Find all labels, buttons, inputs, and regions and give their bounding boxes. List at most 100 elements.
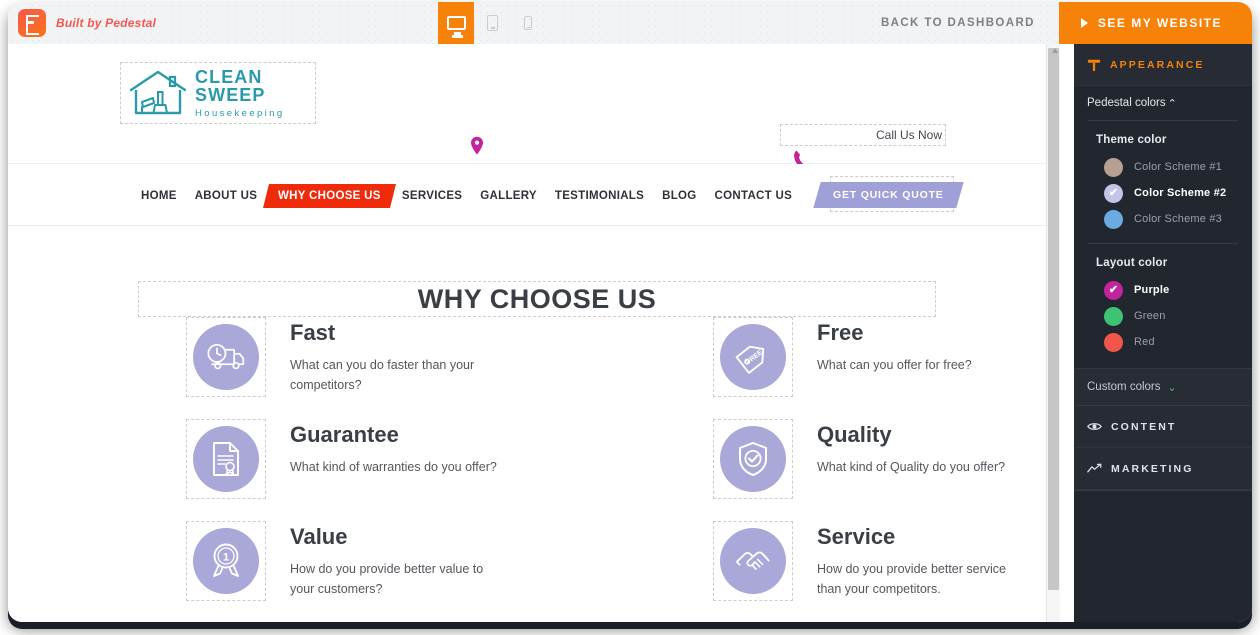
nav-item-why-choose-us[interactable]: WHY CHOOSE US bbox=[263, 184, 396, 208]
feature-circle: FREE bbox=[720, 324, 786, 390]
call-us-label: Call Us Now bbox=[875, 128, 942, 142]
feature-guarantee: Guarantee What kind of warranties do you… bbox=[186, 419, 713, 499]
site-logo[interactable]: CLEAN SWEEP Housekeeping bbox=[120, 62, 316, 124]
feature-title: Guarantee bbox=[290, 422, 399, 447]
website-preview: CLEAN SWEEP Housekeeping Call Us Now HOM… bbox=[8, 44, 1060, 622]
eye-icon bbox=[1087, 423, 1102, 430]
device-tablet-button[interactable] bbox=[474, 2, 510, 44]
feature-icon-box[interactable] bbox=[713, 419, 793, 499]
feature-circle: 1 bbox=[193, 528, 259, 594]
nav-item-contact-us[interactable]: CONTACT US bbox=[706, 184, 802, 208]
feature-description: How do you provide better service than y… bbox=[817, 562, 1006, 597]
layout-color-option-red[interactable]: Red bbox=[1074, 329, 1252, 355]
mobile-icon bbox=[524, 16, 532, 30]
pedestal-logo-icon bbox=[18, 9, 46, 37]
preview-scrollbar-thumb[interactable] bbox=[1048, 48, 1059, 590]
site-header: CLEAN SWEEP Housekeeping Call Us Now bbox=[8, 44, 1060, 170]
preview-scrollbar[interactable] bbox=[1046, 44, 1060, 622]
sidebar-panel-label: MARKETING bbox=[1111, 462, 1194, 475]
back-to-dashboard-button[interactable]: BACK TO DASHBOARD bbox=[857, 2, 1059, 44]
pedestal-colors-label: Pedestal colors bbox=[1087, 97, 1166, 109]
feature-value: 1 Value How do you provide better value … bbox=[186, 521, 713, 601]
section-title-box[interactable]: WHY CHOOSE US bbox=[138, 281, 936, 317]
theme-color-option-2[interactable]: ✔ Color Scheme #2 bbox=[1074, 180, 1252, 206]
sidebar-panel-appearance[interactable]: APPEARANCE bbox=[1074, 44, 1252, 86]
check-icon: ✔ bbox=[1108, 283, 1119, 296]
feature-circle bbox=[193, 426, 259, 492]
nav-item-blog[interactable]: BLOG bbox=[653, 184, 705, 208]
color-label: Purple bbox=[1134, 284, 1170, 296]
paint-roller-icon bbox=[1087, 59, 1101, 71]
nav-item-about-us[interactable]: ABOUT US bbox=[186, 184, 266, 208]
feature-circle bbox=[193, 324, 259, 390]
feature-service: Service How do you provide better servic… bbox=[713, 521, 1046, 601]
truck-clock-icon bbox=[207, 343, 245, 370]
theme-color-option-3[interactable]: Color Scheme #3 bbox=[1074, 206, 1252, 232]
device-desktop-button[interactable] bbox=[438, 2, 474, 44]
nav-item-home[interactable]: HOME bbox=[132, 184, 186, 208]
features-grid: Fast What can you do faster than your co… bbox=[186, 317, 1046, 601]
color-label: Color Scheme #2 bbox=[1134, 187, 1227, 199]
pedestal-colors-toggle[interactable]: Pedestal colors ⌃ bbox=[1074, 86, 1252, 120]
layout-color-option-purple[interactable]: ✔ Purple bbox=[1074, 277, 1252, 303]
color-label: Color Scheme #3 bbox=[1134, 213, 1222, 225]
color-label: Green bbox=[1134, 310, 1166, 322]
feature-body: Service How do you provide better servic… bbox=[793, 521, 1022, 600]
theme-color-option-1[interactable]: Color Scheme #1 bbox=[1074, 154, 1252, 180]
layout-color-option-green[interactable]: Green bbox=[1074, 303, 1252, 329]
feature-circle bbox=[720, 426, 786, 492]
nav-menu: HOME ABOUT US WHY CHOOSE US SERVICES GAL… bbox=[132, 184, 801, 208]
call-us-block: Call Us Now bbox=[780, 124, 946, 170]
free-tag-icon: FREE bbox=[735, 345, 764, 374]
divider bbox=[1074, 490, 1252, 491]
see-my-website-button[interactable]: SEE MY WEBSITE bbox=[1058, 2, 1252, 44]
site-nav: HOME ABOUT US WHY CHOOSE US SERVICES GAL… bbox=[8, 164, 1060, 226]
theme-color-label: Theme color bbox=[1096, 134, 1167, 146]
color-swatch: ✔ bbox=[1104, 183, 1123, 203]
color-swatch bbox=[1104, 157, 1123, 177]
get-quick-quote-button[interactable]: GET QUICK QUOTE bbox=[813, 182, 964, 208]
sidebar-panel-label: APPEARANCE bbox=[1110, 58, 1205, 71]
see-my-website-label: SEE MY WEBSITE bbox=[1097, 16, 1222, 30]
map-pin-icon[interactable] bbox=[470, 136, 484, 156]
certificate-icon bbox=[213, 442, 239, 476]
svg-text:1: 1 bbox=[223, 552, 229, 564]
sidebar-panel-content[interactable]: CONTENT bbox=[1074, 406, 1252, 448]
feature-description: What kind of Quality do you offer? bbox=[817, 460, 1006, 475]
device-preview-switcher bbox=[438, 2, 546, 44]
quote-button-wrapper: GET QUICK QUOTE bbox=[813, 176, 964, 212]
nav-item-testimonials[interactable]: TESTIMONIALS bbox=[546, 184, 653, 208]
feature-free: FREE Free What can you offer for free? bbox=[713, 317, 1046, 397]
feature-body: Fast What can you do faster than your co… bbox=[266, 317, 505, 396]
logo-subtitle: Housekeeping bbox=[195, 107, 285, 119]
brand: Built by Pedestal bbox=[8, 2, 438, 44]
device-mobile-button[interactable] bbox=[510, 2, 546, 44]
chevron-down-icon: ⌄ bbox=[1167, 381, 1177, 394]
color-label: Color Scheme #1 bbox=[1134, 161, 1222, 173]
feature-circle bbox=[720, 528, 786, 594]
feature-description: What can you offer for free? bbox=[817, 358, 972, 373]
scroll-up-arrow-icon[interactable] bbox=[1051, 48, 1058, 53]
custom-colors-toggle[interactable]: Custom colors ⌄ bbox=[1074, 368, 1252, 406]
nav-item-services[interactable]: SERVICES bbox=[393, 184, 471, 208]
feature-quality: Quality What kind of Quality do you offe… bbox=[713, 419, 1046, 499]
feature-icon-box[interactable]: FREE bbox=[713, 317, 793, 397]
feature-icon-box[interactable] bbox=[186, 419, 266, 499]
chevron-up-icon: ⌃ bbox=[1167, 97, 1177, 110]
feature-title: Free bbox=[817, 320, 864, 345]
nav-item-gallery[interactable]: GALLERY bbox=[471, 184, 546, 208]
page-title: WHY CHOOSE US bbox=[417, 283, 657, 314]
house-broom-icon bbox=[129, 70, 187, 115]
play-icon bbox=[1080, 18, 1088, 28]
feature-icon-box[interactable]: 1 bbox=[186, 521, 266, 601]
sidebar-panel-marketing[interactable]: MARKETING bbox=[1074, 448, 1252, 490]
trend-line-icon bbox=[1087, 463, 1102, 473]
feature-icon-box[interactable] bbox=[186, 317, 266, 397]
feature-body: Value How do you provide better value to… bbox=[266, 521, 505, 600]
feature-description: How do you provide better value to your … bbox=[290, 562, 484, 597]
call-us-box[interactable]: Call Us Now bbox=[780, 124, 946, 146]
tablet-icon bbox=[486, 15, 498, 31]
feature-icon-box[interactable] bbox=[713, 521, 793, 601]
feature-body: Free What can you offer for free? bbox=[793, 317, 972, 375]
handshake-icon bbox=[736, 551, 770, 570]
